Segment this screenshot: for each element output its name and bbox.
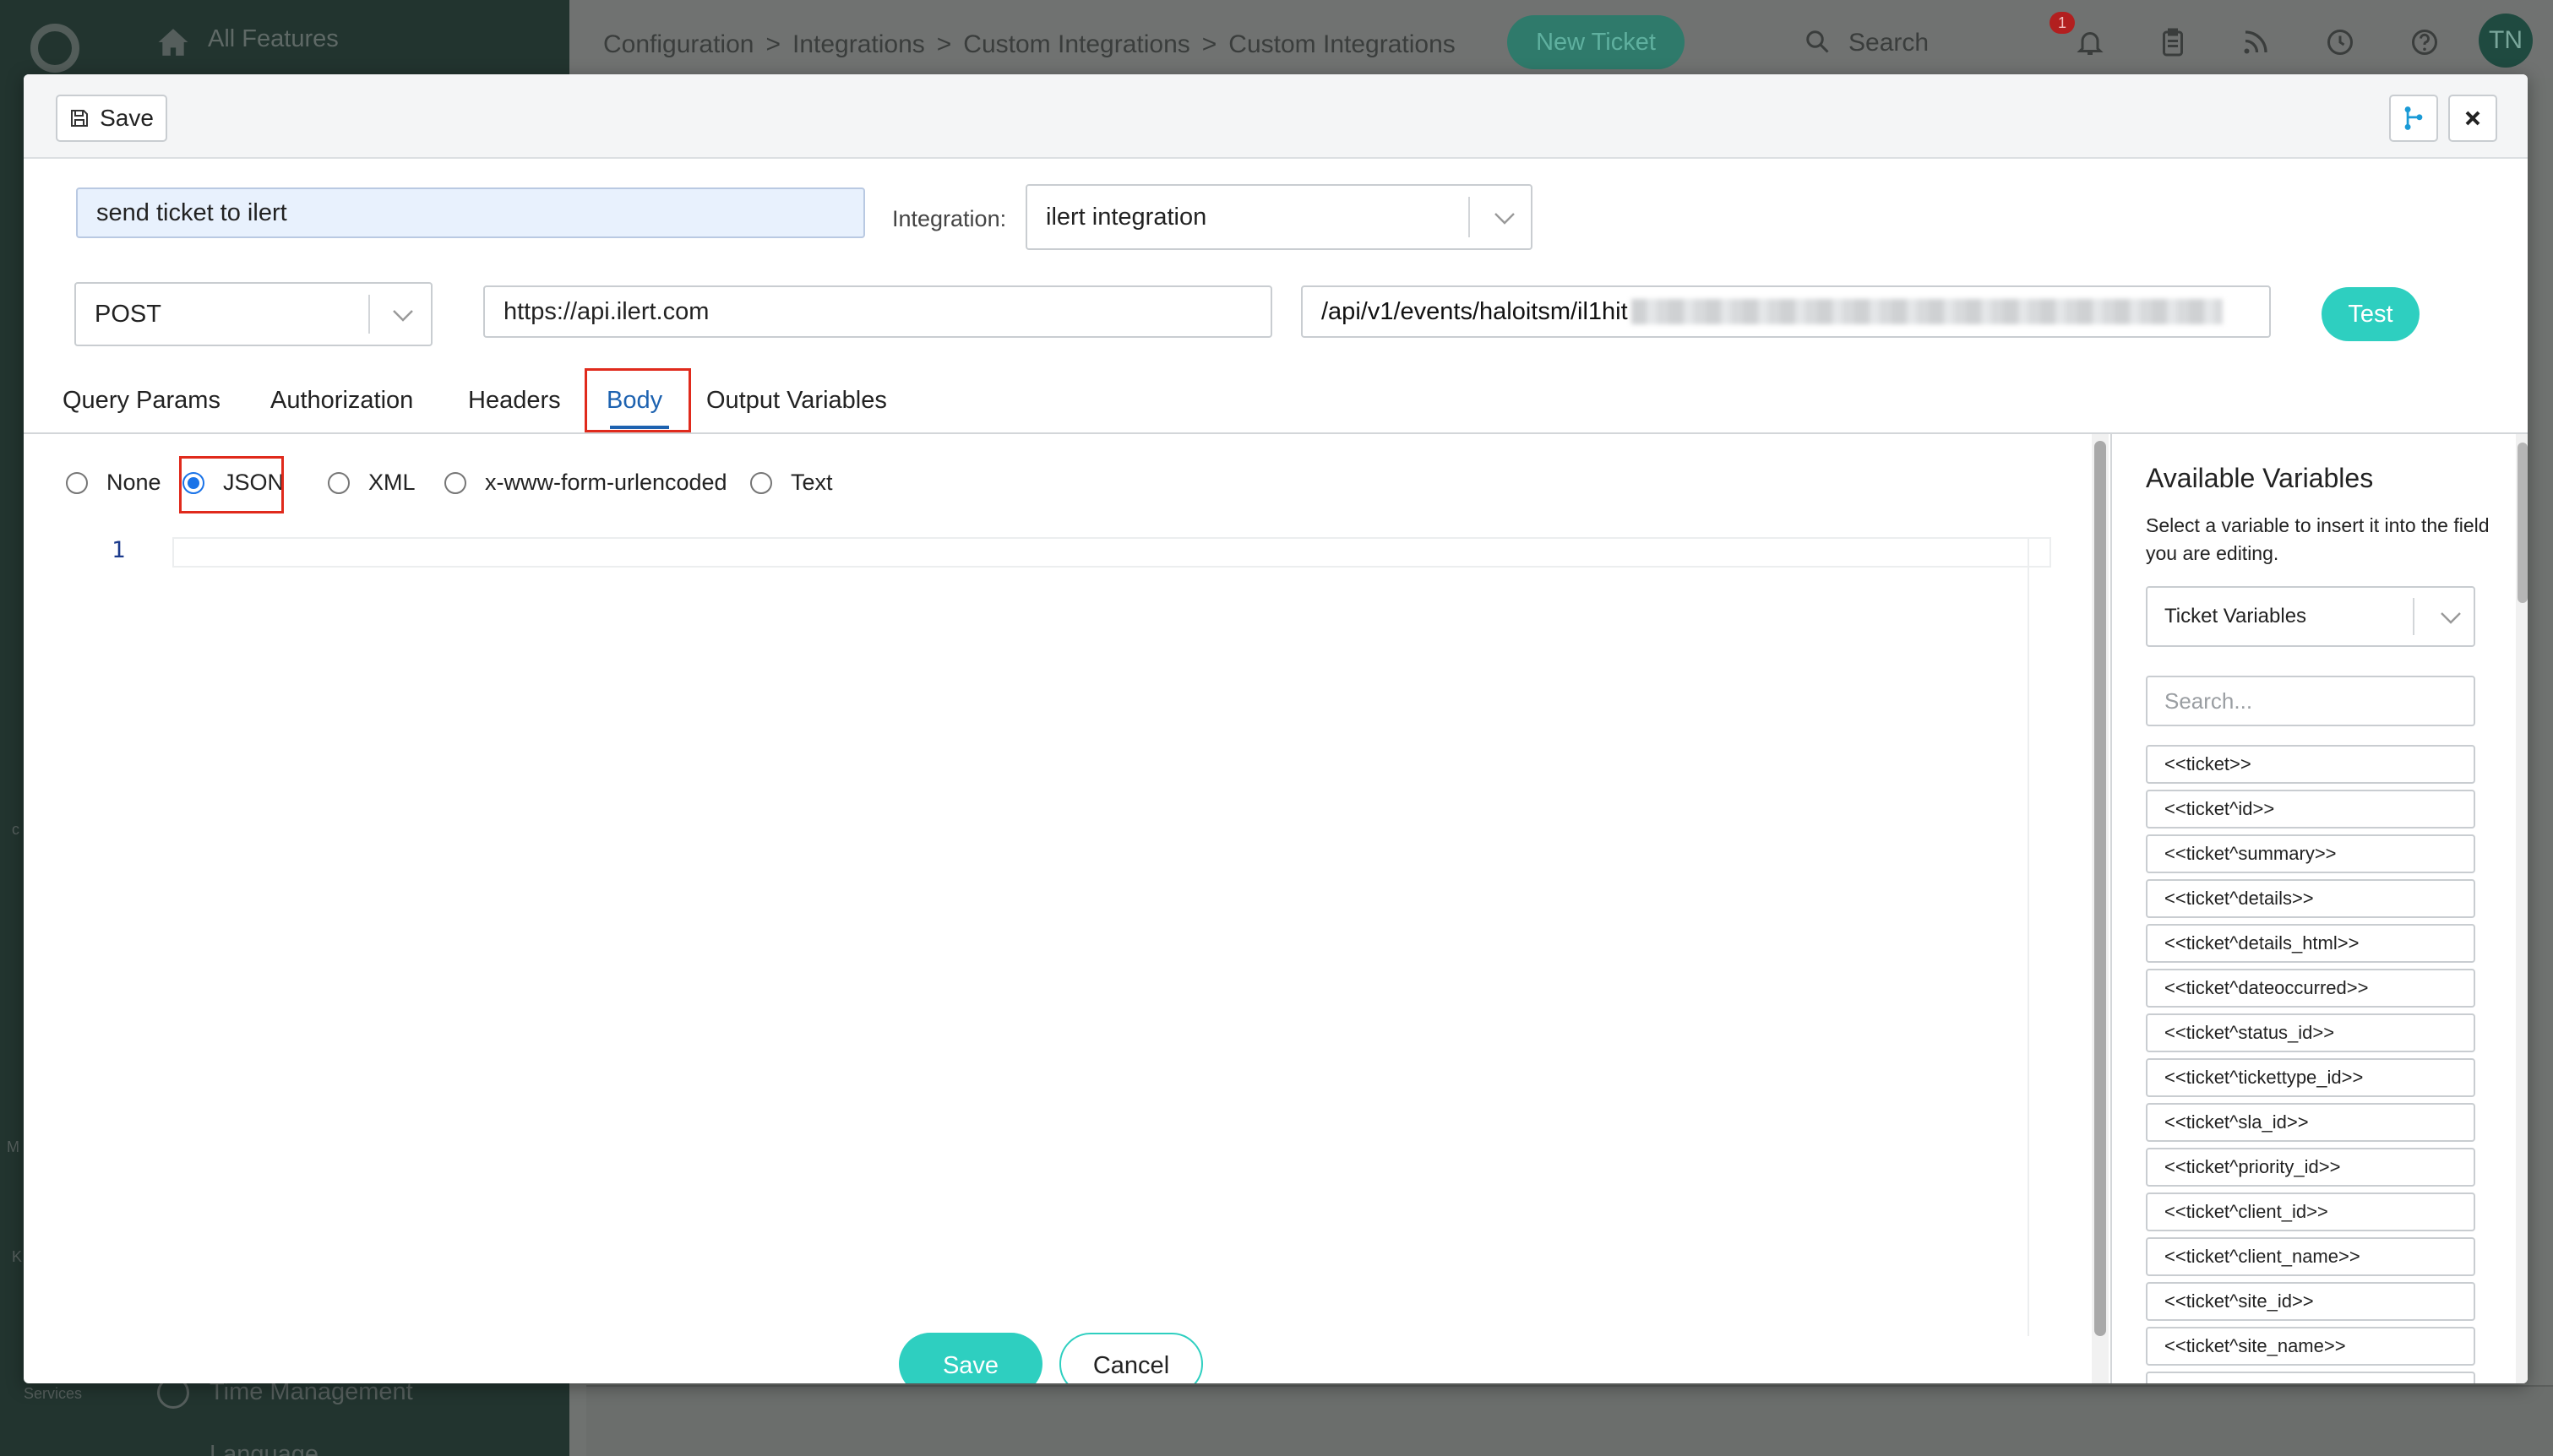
integration-select[interactable]: ilert integration — [1026, 184, 1532, 250]
radio-none[interactable]: None — [66, 470, 161, 496]
branch-icon — [2404, 106, 2423, 130]
request-tabs: Query Params Authorization Headers Body … — [24, 378, 2528, 434]
tab-query-params[interactable]: Query Params — [63, 387, 220, 415]
variable-item[interactable]: <<ticket^user_id>> — [2146, 1372, 2475, 1383]
integration-label: Integration: — [892, 206, 1007, 231]
breadcrumb-item[interactable]: Integrations — [792, 30, 925, 58]
base-url-field[interactable]: https://api.ilert.com — [483, 285, 1272, 338]
variable-item[interactable]: <<ticket^id>> — [2146, 790, 2475, 829]
variable-item[interactable]: <<ticket^priority_id>> — [2146, 1148, 2475, 1187]
path-url-field[interactable]: /api/v1/events/haloitsm/il1hit — [1301, 285, 2271, 338]
content-scrollbar[interactable] — [2092, 434, 2109, 1383]
workflow-button[interactable] — [2389, 95, 2438, 142]
modal-header: Save — [24, 74, 2528, 159]
integration-value: ilert integration — [1046, 203, 1207, 231]
available-variables-panel: Available Variables Select a variable to… — [2110, 434, 2528, 1383]
radio-label: XML — [368, 470, 416, 495]
radio-circle[interactable] — [750, 471, 772, 494]
variables-description: Select a variable to insert it into the … — [2146, 514, 2490, 564]
variable-item[interactable]: <<ticket>> — [2146, 745, 2475, 784]
editor-current-line[interactable] — [172, 537, 2051, 568]
variable-item[interactable]: <<ticket^details>> — [2146, 879, 2475, 918]
annotation-box-json — [179, 456, 284, 513]
radio-text[interactable]: Text — [750, 470, 833, 496]
scrollbar-thumb[interactable] — [2094, 441, 2106, 1336]
help-icon[interactable] — [2409, 27, 2440, 57]
variable-item[interactable]: <<ticket^client_name>> — [2146, 1237, 2475, 1276]
breadcrumb-item: Custom Integrations — [1228, 30, 1456, 58]
chevron-down-icon — [393, 310, 413, 322]
global-search[interactable]: Search — [1848, 29, 1929, 57]
scrollbar-thumb[interactable] — [2518, 443, 2528, 603]
breadcrumb: Configuration > Integrations > Custom Integr… — [603, 30, 1456, 58]
test-button[interactable]: Test — [2322, 287, 2420, 341]
radio-circle[interactable] — [444, 471, 466, 494]
tab-output-variables[interactable]: Output Variables — [706, 387, 887, 415]
clipboard-icon[interactable] — [2158, 27, 2188, 57]
radio-circle[interactable] — [66, 471, 88, 494]
chevron-down-icon — [1494, 213, 1515, 225]
header-save-button[interactable]: Save — [56, 95, 167, 142]
variable-search-input[interactable] — [2146, 676, 2475, 726]
variable-item[interactable]: <<ticket^site_name>> — [2146, 1327, 2475, 1366]
header-save-label: Save — [100, 105, 154, 131]
variable-item[interactable]: <<ticket^status_id>> — [2146, 1013, 2475, 1052]
chevron-down-icon — [2441, 612, 2461, 624]
variable-item[interactable]: <<ticket^details_html>> — [2146, 924, 2475, 963]
variable-item[interactable]: <<ticket^site_id>> — [2146, 1282, 2475, 1321]
close-button[interactable] — [2448, 95, 2497, 142]
editor-ruler — [2028, 537, 2029, 1336]
variable-item[interactable]: <<ticket^tickettype_id>> — [2146, 1058, 2475, 1097]
radio-x-www-form-urlencoded[interactable]: x-www-form-urlencoded — [444, 470, 727, 496]
radio-circle[interactable] — [328, 471, 350, 494]
breadcrumb-item[interactable]: Configuration — [603, 30, 754, 58]
radio-xml[interactable]: XML — [328, 470, 416, 496]
http-method-value: POST — [95, 300, 161, 328]
app-footer-bar — [586, 1385, 2553, 1456]
variable-item[interactable]: <<ticket^sla_id>> — [2146, 1103, 2475, 1142]
redacted-key — [1630, 299, 2223, 324]
annotation-box-body-tab — [585, 368, 691, 432]
json-body-editor[interactable] — [172, 537, 2051, 1339]
save-button[interactable]: Save — [899, 1333, 1042, 1383]
radio-label: x-www-form-urlencoded — [485, 470, 727, 495]
tab-headers[interactable]: Headers — [468, 387, 561, 415]
tab-authorization[interactable]: Authorization — [270, 387, 413, 415]
variable-item[interactable]: <<ticket^summary>> — [2146, 834, 2475, 873]
variables-title: Available Variables — [2146, 463, 2374, 493]
editor-line-number: 1 — [112, 537, 126, 563]
variable-item[interactable]: <<ticket^client_id>> — [2146, 1193, 2475, 1231]
variable-item[interactable]: <<ticket^dateoccurred>> — [2146, 969, 2475, 1008]
variables-scrollbar[interactable] — [2516, 434, 2528, 1383]
radio-label: Text — [791, 470, 833, 495]
bell-icon[interactable] — [2075, 27, 2105, 57]
variable-type-value: Ticket Variables — [2164, 605, 2307, 627]
variable-type-select[interactable]: Ticket Variables — [2146, 586, 2475, 647]
radio-label: None — [106, 470, 161, 495]
rss-icon[interactable] — [2240, 27, 2271, 57]
close-icon — [2465, 111, 2480, 126]
path-url-value: /api/v1/events/haloitsm/il1hit — [1321, 297, 1628, 325]
search-icon — [1806, 30, 1829, 53]
http-method-select[interactable]: POST — [74, 282, 433, 346]
new-ticket-button[interactable]: New Ticket — [1507, 15, 1685, 69]
method-name-field[interactable]: send ticket to ilert — [76, 187, 865, 238]
history-icon[interactable] — [2325, 27, 2355, 57]
custom-integration-method-modal: Save send ticket to ilert Integration: i… — [24, 74, 2528, 1383]
breadcrumb-item[interactable]: Custom Integrations — [963, 30, 1189, 58]
floppy-disk-icon — [71, 110, 89, 127]
cancel-button[interactable]: Cancel — [1059, 1333, 1203, 1383]
avatar[interactable]: TN — [2479, 14, 2533, 68]
notification-badge: 1 — [2049, 12, 2075, 34]
